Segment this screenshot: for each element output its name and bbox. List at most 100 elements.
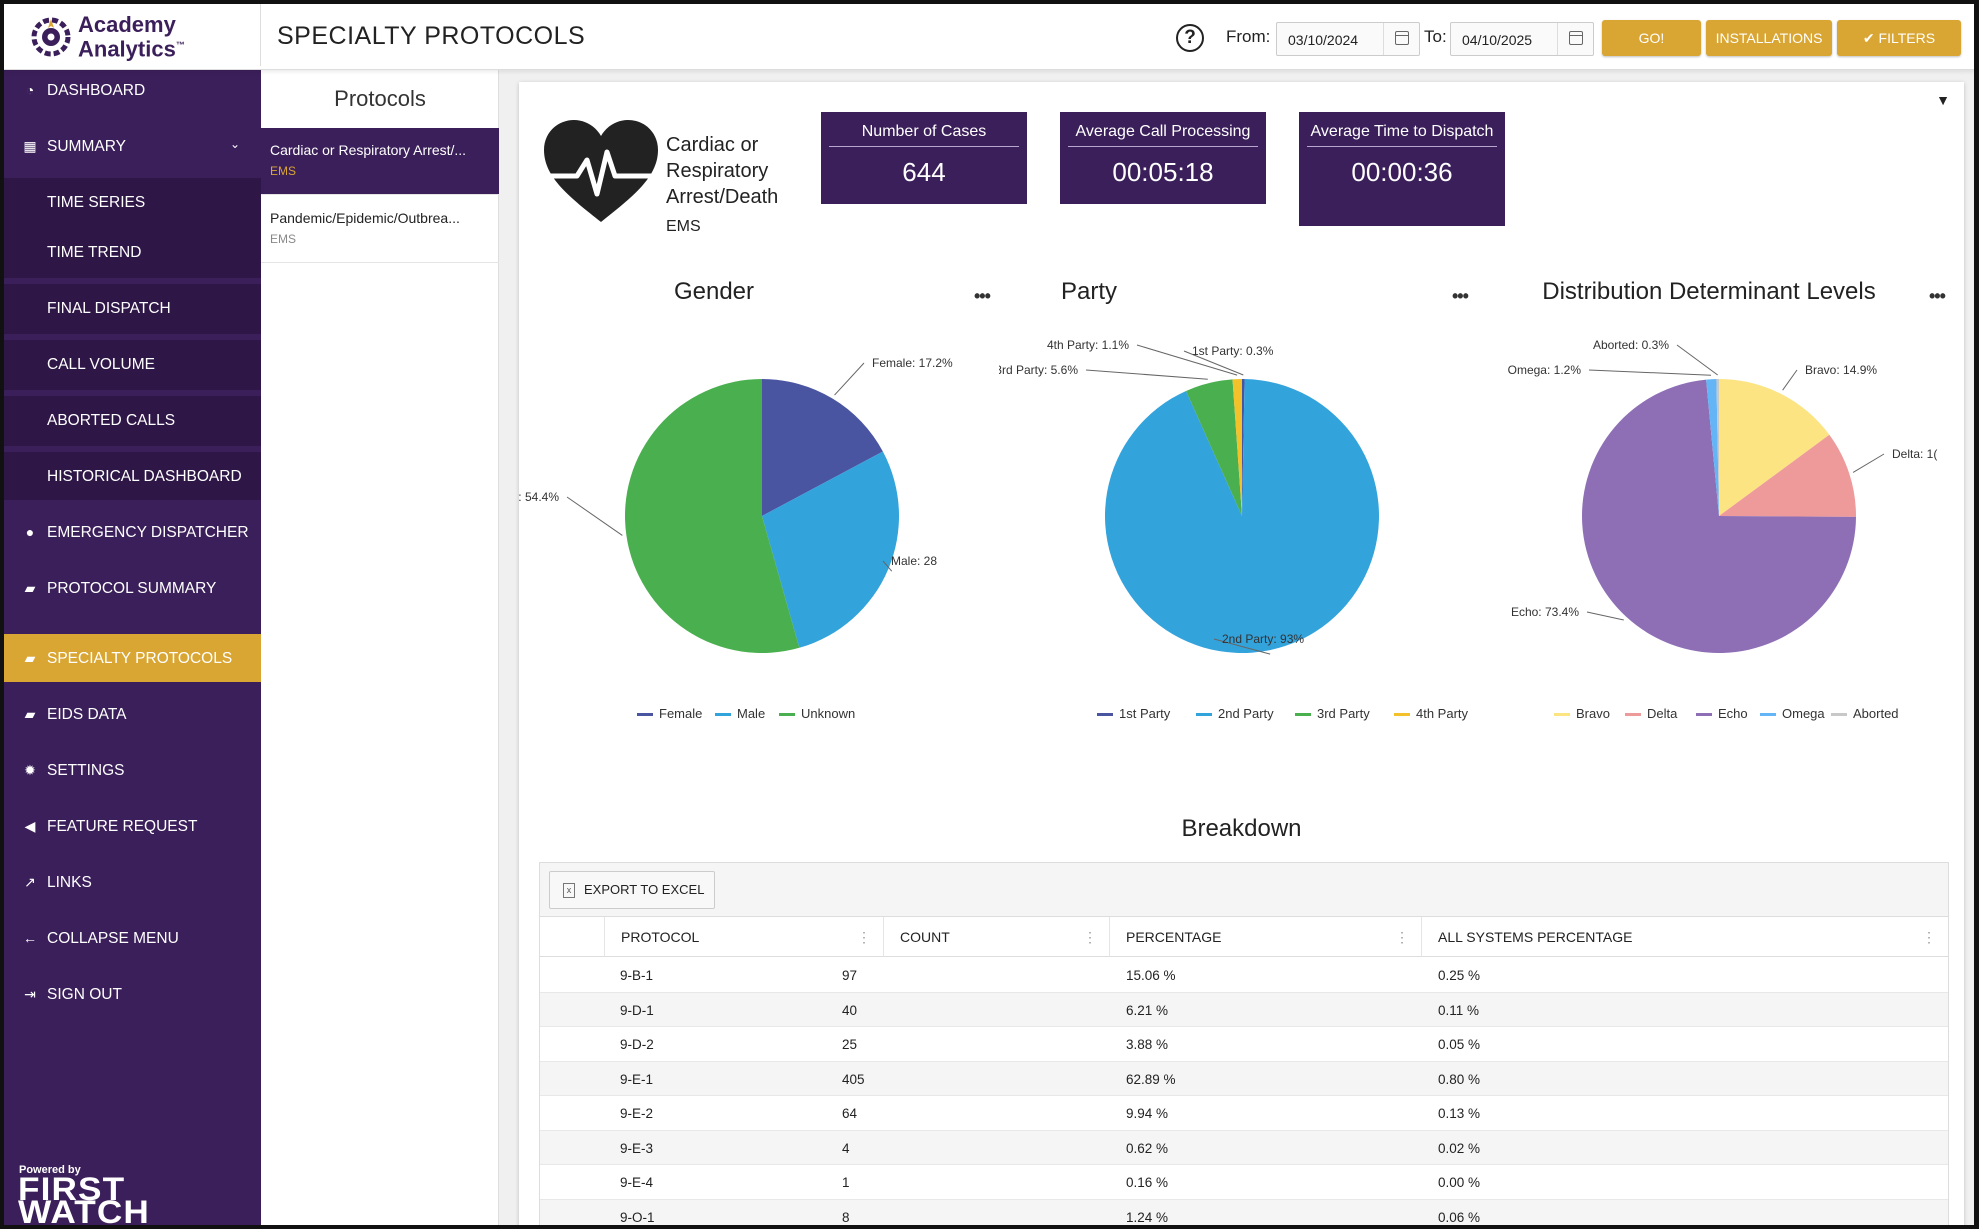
stat-label: Average Call Processing [1068,122,1258,147]
stat-label: Average Time to Dispatch [1307,122,1497,147]
column-menu-icon[interactable]: ⋮ [1395,917,1409,957]
from-calendar-button[interactable] [1383,23,1419,55]
calendar-icon [1395,31,1409,45]
party-pie-chart: 1st Party: 0.3% 2nd Party: 93% 3rd Party: … [999,338,1469,721]
legend-swatch [1696,713,1712,716]
protocol-item-cardiac[interactable]: Cardiac or Respiratory Arrest/... EMS [261,128,499,195]
installations-button[interactable]: INSTALLATIONS [1706,20,1832,56]
protocols-panel: Protocols Cardiac or Respiratory Arrest/… [261,66,499,1225]
sidebar-item-time-series[interactable]: TIME SERIES [4,178,261,228]
column-header-all-systems-percentage[interactable]: ALL SYSTEMS PERCENTAGE ⋮ [1421,917,1948,957]
go-button[interactable]: GO! [1602,20,1701,56]
protocol-item-pandemic[interactable]: Pandemic/Epidemic/Outbrea... EMS [261,196,499,263]
table-cell-protocol: 9-B-1 [620,968,654,983]
sidebar-item-links[interactable]: ↗ LINKS [4,858,261,908]
sidebar-item-historical-dashboard[interactable]: HISTORICAL DASHBOARD [4,452,261,500]
legend-item-male[interactable]: Male [737,706,765,721]
legend-item-1st-party[interactable]: 1st Party [1119,706,1171,721]
dashboard-icon: ◔ [25,82,35,98]
party-chart-menu-icon[interactable]: ••• [1452,286,1469,307]
table-row[interactable]: 9-D-2 25 3.88 % 0.05 % [540,1027,1948,1062]
sidebar-item-label: TIME TREND [47,244,142,261]
determinant-chart-menu-icon[interactable]: ••• [1929,286,1946,307]
legend-item-2nd-party[interactable]: 2nd Party [1218,706,1274,721]
pie-leader-line [1085,369,1208,380]
stat-average-time-to-dispatch: Average Time to Dispatch 00:00:36 [1299,112,1505,226]
sidebar-item-sign-out[interactable]: ⇥ SIGN OUT [4,970,261,1020]
sidebar-item-specialty-protocols[interactable]: ▰ SPECIALTY PROTOCOLS [4,634,261,682]
legend-item-female[interactable]: Female [659,706,702,721]
sidebar-item-time-trend[interactable]: TIME TREND [4,228,261,278]
breakdown-title: Breakdown [1181,815,1302,842]
sidebar-item-final-dispatch[interactable]: FINAL DISPATCH [4,284,261,334]
table-cell-all-systems-percentage: 0.25 % [1438,968,1481,983]
determinant-pie-chart: Bravo: 14.9% Delta: 1(Echo: 73.4% Omega: 1… [1508,338,1938,721]
table-cell-count: 97 [842,968,858,983]
to-label: To: [1424,27,1447,46]
caret-down-icon[interactable]: ▼ [1936,92,1950,108]
column-menu-icon[interactable]: ⋮ [857,917,871,957]
table-cell-protocol: 9-E-4 [620,1175,654,1190]
sidebar-item-protocol-summary[interactable]: ▰ PROTOCOL SUMMARY [4,564,261,614]
sidebar-item-settings[interactable]: ✹ SETTINGS [4,746,261,796]
legend-item-aborted[interactable]: Aborted [1853,706,1899,721]
sidebar-item-call-volume[interactable]: CALL VOLUME [4,340,261,390]
legend-item-delta[interactable]: Delta [1647,706,1678,721]
sign-out-icon: ⇥ [24,986,36,1002]
pie-data-label: Bravo: 14.9% [1805,363,1877,377]
column-header-protocol[interactable]: PROTOCOL ⋮ [604,917,883,957]
from-date-field[interactable]: 03/10/2024 [1276,22,1420,56]
grid-icon: ▦ [23,138,37,154]
sidebar-item-eids-data[interactable]: ▰ EIDS DATA [4,690,261,740]
legend-item-bravo[interactable]: Bravo [1576,706,1610,721]
legend-swatch [715,713,731,716]
table-cell-count: 8 [842,1209,850,1225]
table-header: PROTOCOL ⋮ COUNT ⋮ PERCENTAGE ⋮ ALL SYST… [540,917,1948,957]
table-row[interactable]: 9-O-1 8 1.24 % 0.06 % [540,1199,1948,1225]
table-cell-all-systems-percentage: 0.13 % [1438,1106,1481,1121]
table-row[interactable]: 9-E-3 4 0.62 % 0.02 % [540,1130,1948,1165]
to-calendar-button[interactable] [1557,23,1593,55]
to-date-field[interactable]: 04/10/2025 [1450,22,1594,56]
legend-swatch [1394,713,1410,716]
table-row[interactable]: 9-B-1 97 15.06 % 0.25 % [540,958,1948,993]
pie-data-label: Delta: 1( [1892,447,1937,461]
sidebar-item-label: EIDS DATA [47,706,127,723]
legend-item-omega[interactable]: Omega [1782,706,1825,721]
sidebar-item-dashboard[interactable]: ◔ DASHBOARD [4,66,261,116]
table-row[interactable]: 9-E-4 1 0.16 % 0.00 % [540,1165,1948,1200]
logo[interactable]: Academy Analytics™ [4,4,261,66]
legend-item-4th-party[interactable]: 4th Party [1416,706,1469,721]
table-cell-count: 25 [842,1037,858,1052]
help-icon[interactable]: ? [1176,24,1204,52]
sidebar-item-collapse-menu[interactable]: ← COLLAPSE MENU [4,914,261,964]
column-header-label: ALL SYSTEMS PERCENTAGE [1438,929,1633,945]
table-cell-all-systems-percentage: 0.05 % [1438,1037,1481,1052]
table-cell-percentage: 1.24 % [1126,1209,1169,1225]
sidebar-item-label: SETTINGS [47,762,125,779]
table-row[interactable]: 9-D-1 40 6.21 % 0.11 % [540,992,1948,1027]
sidebar-item-emergency-dispatcher[interactable]: ● EMERGENCY DISPATCHER [4,508,261,558]
stat-value: 00:00:36 [1351,157,1453,187]
export-to-excel-button[interactable]: x EXPORT TO EXCEL [549,871,715,909]
stat-label: Number of Cases [829,122,1019,147]
column-header-percentage[interactable]: PERCENTAGE ⋮ [1109,917,1421,957]
legend-item-unknown[interactable]: Unknown [801,706,855,721]
table-cell-all-systems-percentage: 0.11 % [1438,1002,1480,1018]
pie-leader-line [1676,344,1718,376]
top-bar: Academy Analytics™ SPECIALTY PROTOCOLS ?… [4,4,1974,70]
column-menu-icon[interactable]: ⋮ [1083,917,1097,957]
user-icon: ● [25,524,35,540]
gender-chart-menu-icon[interactable]: ••• [974,286,991,307]
column-header-count[interactable]: COUNT ⋮ [883,917,1109,957]
sidebar-item-aborted-calls[interactable]: ABORTED CALLS [4,396,261,446]
table-cell-count: 64 [842,1106,858,1121]
legend-item-echo[interactable]: Echo [1718,706,1748,721]
sidebar-item-feature-request[interactable]: ◀ FEATURE REQUEST [4,802,261,852]
table-row[interactable]: 9-E-1 405 62.89 % 0.80 % [540,1061,1948,1096]
sidebar-item-summary[interactable]: ▦ SUMMARY ⌄ [4,122,261,172]
column-menu-icon[interactable]: ⋮ [1922,917,1936,957]
legend-item-3rd-party[interactable]: 3rd Party [1317,706,1370,721]
table-row[interactable]: 9-E-2 64 9.94 % 0.13 % [540,1096,1948,1131]
filters-button[interactable]: ✔ FILTERS [1837,20,1961,56]
